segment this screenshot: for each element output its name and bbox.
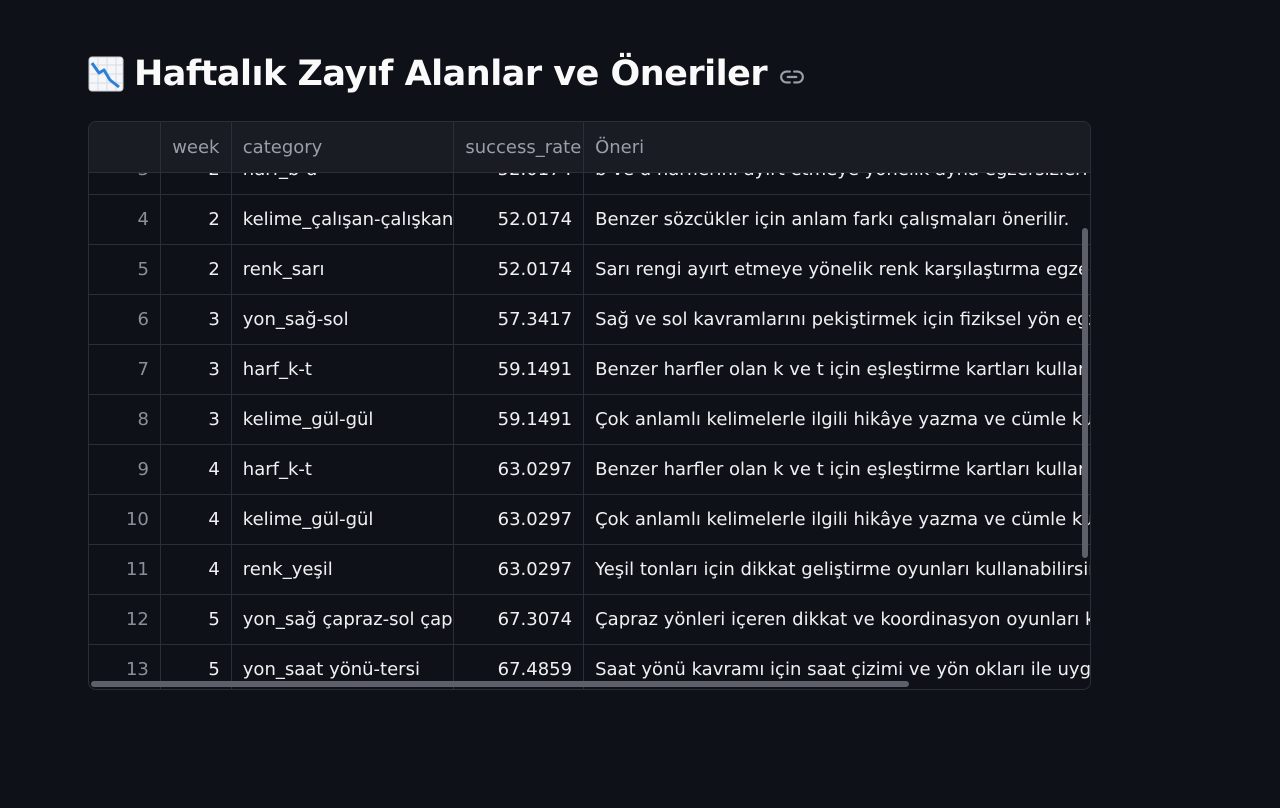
oneri-cell[interactable]: Benzer harfler olan k ve t için eşleştir…	[584, 345, 1090, 394]
page: Haftalık Zayıf Alanlar ve Öneriler week …	[0, 0, 1280, 808]
oneri-cell[interactable]: Benzer sözcükler için anlam farkı çalışm…	[584, 195, 1090, 244]
chart-decreasing-icon	[88, 56, 124, 92]
week-cell[interactable]: 2	[161, 245, 232, 294]
oneri-cell[interactable]: b ve d harflerini ayırt etmeye yönelik a…	[584, 173, 1090, 194]
category-cell[interactable]: yon_sağ-sol	[232, 295, 455, 344]
row-index-cell: 5	[89, 245, 161, 294]
success-rate-cell[interactable]: 57.3417	[454, 295, 585, 344]
category-cell[interactable]: kelime_çalışan-çalışkan	[232, 195, 455, 244]
table-row[interactable]: 7 3 harf_k-t 59.1491 Benzer harfler olan…	[89, 345, 1090, 395]
link-icon[interactable]	[779, 64, 805, 90]
success-rate-cell[interactable]: 63.0297	[454, 545, 585, 594]
category-cell[interactable]: kelime_gül-gül	[232, 395, 455, 444]
page-header: Haftalık Zayıf Alanlar ve Öneriler	[88, 48, 805, 100]
success-rate-cell[interactable]: 52.0174	[454, 245, 585, 294]
category-cell[interactable]: kelime_gül-gül	[232, 495, 455, 544]
table-row[interactable]: 11 4 renk_yeşil 63.0297 Yeşil tonları iç…	[89, 545, 1090, 595]
week-cell[interactable]: 4	[161, 545, 232, 594]
row-index-cell: 4	[89, 195, 161, 244]
row-index-cell: 10	[89, 495, 161, 544]
table-row[interactable]: 9 4 harf_k-t 63.0297 Benzer harfler olan…	[89, 445, 1090, 495]
category-cell[interactable]: renk_yeşil	[232, 545, 455, 594]
success-rate-cell[interactable]: 52.0174	[454, 195, 585, 244]
row-index-cell: 11	[89, 545, 161, 594]
oneri-cell[interactable]: Çapraz yönleri içeren dikkat ve koordina…	[584, 595, 1090, 644]
column-header-oneri[interactable]: Öneri	[584, 122, 1090, 172]
table-row[interactable]: 4 2 kelime_çalışan-çalışkan 52.0174 Benz…	[89, 195, 1090, 245]
vertical-scrollbar[interactable]	[1082, 228, 1088, 558]
column-header-index[interactable]	[89, 122, 161, 172]
week-cell[interactable]: 4	[161, 495, 232, 544]
category-cell[interactable]: harf_k-t	[232, 345, 455, 394]
row-index-cell: 12	[89, 595, 161, 644]
row-index-cell: 6	[89, 295, 161, 344]
success-rate-cell[interactable]: 59.1491	[454, 395, 585, 444]
week-cell[interactable]: 2	[161, 173, 232, 194]
table-row[interactable]: 3 2 harf_b-d 52.0174 b ve d harflerini a…	[89, 173, 1090, 195]
page-title: Haftalık Zayıf Alanlar ve Öneriler	[134, 54, 768, 94]
success-rate-cell[interactable]: 63.0297	[454, 495, 585, 544]
dataframe-table[interactable]: week category success_rate Öneri 3 2 har…	[88, 121, 1091, 690]
oneri-cell[interactable]: Benzer harfler olan k ve t için eşleştir…	[584, 445, 1090, 494]
category-cell[interactable]: harf_b-d	[232, 173, 455, 194]
category-cell[interactable]: renk_sarı	[232, 245, 455, 294]
column-header-week[interactable]: week	[161, 122, 232, 172]
success-rate-cell[interactable]: 67.3074	[454, 595, 585, 644]
category-cell[interactable]: harf_k-t	[232, 445, 455, 494]
oneri-cell[interactable]: Yeşil tonları için dikkat geliştirme oyu…	[584, 545, 1090, 594]
row-index-cell: 3	[89, 173, 161, 194]
horizontal-scrollbar[interactable]	[91, 681, 909, 687]
oneri-cell[interactable]: Sağ ve sol kavramlarını pekiştirmek için…	[584, 295, 1090, 344]
week-cell[interactable]: 4	[161, 445, 232, 494]
column-header-category[interactable]: category	[232, 122, 455, 172]
category-cell[interactable]: yon_sağ çapraz-sol çapraz	[232, 595, 455, 644]
week-cell[interactable]: 3	[161, 345, 232, 394]
week-cell[interactable]: 3	[161, 395, 232, 444]
table-header: week category success_rate Öneri	[89, 122, 1090, 173]
table-row[interactable]: 5 2 renk_sarı 52.0174 Sarı rengi ayırt e…	[89, 245, 1090, 295]
table-row[interactable]: 12 5 yon_sağ çapraz-sol çapraz 67.3074 Ç…	[89, 595, 1090, 645]
success-rate-cell[interactable]: 52.0174	[454, 173, 585, 194]
success-rate-cell[interactable]: 59.1491	[454, 345, 585, 394]
row-index-cell: 8	[89, 395, 161, 444]
oneri-cell[interactable]: Çok anlamlı kelimelerle ilgili hikâye ya…	[584, 395, 1090, 444]
week-cell[interactable]: 3	[161, 295, 232, 344]
oneri-cell[interactable]: Sarı rengi ayırt etmeye yönelik renk kar…	[584, 245, 1090, 294]
oneri-cell[interactable]: Çok anlamlı kelimelerle ilgili hikâye ya…	[584, 495, 1090, 544]
success-rate-cell[interactable]: 63.0297	[454, 445, 585, 494]
week-cell[interactable]: 5	[161, 595, 232, 644]
week-cell[interactable]: 2	[161, 195, 232, 244]
table-row[interactable]: 8 3 kelime_gül-gül 59.1491 Çok anlamlı k…	[89, 395, 1090, 445]
row-index-cell: 9	[89, 445, 161, 494]
table-body: 3 2 harf_b-d 52.0174 b ve d harflerini a…	[89, 173, 1090, 689]
row-index-cell: 7	[89, 345, 161, 394]
table-row[interactable]: 10 4 kelime_gül-gül 63.0297 Çok anlamlı …	[89, 495, 1090, 545]
column-header-success-rate[interactable]: success_rate	[454, 122, 585, 172]
table-row[interactable]: 6 3 yon_sağ-sol 57.3417 Sağ ve sol kavra…	[89, 295, 1090, 345]
